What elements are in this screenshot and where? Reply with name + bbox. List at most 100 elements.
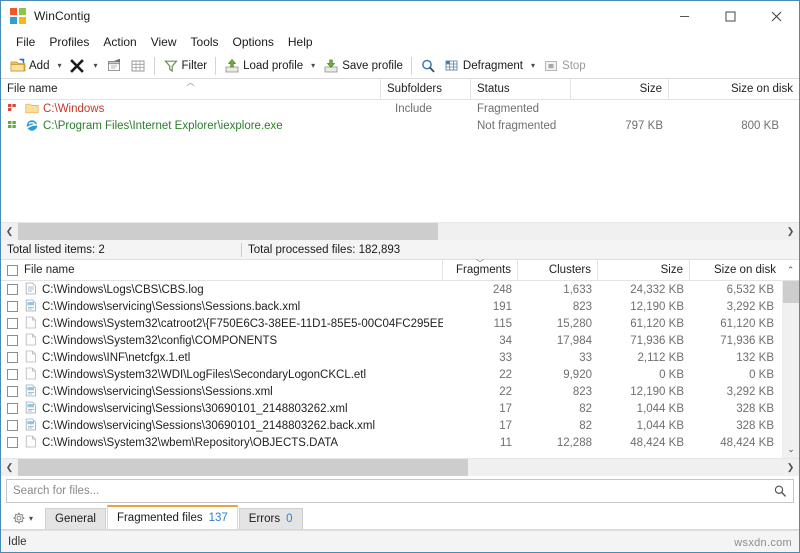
row-checkbox[interactable] <box>7 369 18 380</box>
tab-general[interactable]: General <box>45 508 106 529</box>
lower-vscroll-track[interactable] <box>783 281 799 441</box>
table-row[interactable]: C:\Windows\System32\catroot2\{F750E6C3-3… <box>1 315 782 332</box>
add-button[interactable]: Add <box>6 55 53 77</box>
scroll-left-icon[interactable]: ❮ <box>1 222 18 240</box>
row-checkbox[interactable] <box>7 420 18 431</box>
table-row[interactable]: C:\Windows\System32\config\COMPONENTS 34 1… <box>1 332 782 349</box>
filter-button[interactable]: Filter <box>159 55 212 77</box>
table-row[interactable]: C:\Windows\servicing\Sessions\30690101_2… <box>1 400 782 417</box>
lower-col-clusters[interactable]: Clusters <box>518 260 598 280</box>
add-dropdown-arrow[interactable]: ▾ <box>53 55 65 77</box>
generic-file-icon <box>24 367 38 383</box>
lower-col-filename-label: File name <box>24 264 75 276</box>
search-bar[interactable] <box>6 479 794 503</box>
analyze-button[interactable] <box>416 55 440 77</box>
load-profile-dropdown-arrow[interactable]: ▾ <box>307 55 319 77</box>
row-checkbox[interactable] <box>7 386 18 397</box>
tab-fragmented-files-label: Fragmented files <box>116 512 203 524</box>
upper-hscroll-track[interactable] <box>18 222 782 240</box>
defragment-button[interactable]: Defragment <box>440 55 527 77</box>
search-icon[interactable] <box>773 484 787 498</box>
total-processed-files: Total processed files: 182,893 <box>248 243 401 256</box>
table-row[interactable]: C:\Windows Include Fragmented <box>1 100 799 117</box>
properties-button[interactable] <box>102 55 126 77</box>
size-value: 797 KB <box>625 119 663 132</box>
gear-dropdown-arrow[interactable]: ▾ <box>29 514 33 523</box>
scroll-left-icon[interactable]: ❮ <box>1 458 18 476</box>
row-checkbox[interactable] <box>7 318 18 329</box>
table-row[interactable]: C:\Windows\INF\netcfgx.1.etl 33 33 2,112 KB… <box>1 349 782 366</box>
grid-table-icon <box>131 60 144 71</box>
lower-hscroll-thumb[interactable] <box>18 458 468 476</box>
lower-col-size-on-disk[interactable]: Size on disk <box>690 260 782 280</box>
load-profile-button[interactable]: Load profile <box>220 55 307 77</box>
upper-col-size[interactable]: Size <box>571 79 669 99</box>
tab-errors[interactable]: Errors 0 <box>238 508 303 529</box>
sort-descending-icon: ﹀ <box>476 259 484 268</box>
menu-item-tools[interactable]: Tools <box>184 33 226 51</box>
select-all-checkbox[interactable] <box>7 264 18 276</box>
lower-horizontal-scrollbar[interactable]: ❮ ❯ <box>1 458 799 476</box>
window-controls <box>661 1 799 31</box>
table-row[interactable]: C:\Windows\servicing\Sessions\Sessions.b… <box>1 298 782 315</box>
table-row[interactable]: C:\Windows\System32\wbem\Repository\OBJE… <box>1 434 782 451</box>
row-checkbox[interactable] <box>7 352 18 363</box>
row-checkbox[interactable] <box>7 301 18 312</box>
menu-item-view[interactable]: View <box>144 33 184 51</box>
sort-ascending-icon: ︿ <box>186 78 195 87</box>
menu-item-file[interactable]: File <box>9 33 42 51</box>
upper-col-filename[interactable]: ︿ File name <box>1 79 381 99</box>
upper-col-status-label: Status <box>477 83 510 95</box>
minimize-icon[interactable] <box>661 1 707 31</box>
upper-horizontal-scrollbar[interactable]: ❮ ❯ <box>1 222 799 240</box>
scroll-down-icon[interactable]: ⌄ <box>783 441 799 458</box>
row-checkbox[interactable] <box>7 437 18 448</box>
size-on-disk-value: 800 KB <box>741 119 779 132</box>
row-checkbox[interactable] <box>7 335 18 346</box>
menu-item-profiles[interactable]: Profiles <box>42 33 96 51</box>
table-row[interactable]: C:\Program Files\Internet Explorer\iexpl… <box>1 117 799 134</box>
scroll-right-icon[interactable]: ❯ <box>782 222 799 240</box>
lower-vscroll-thumb[interactable] <box>783 281 799 303</box>
row-checkbox[interactable] <box>7 284 18 295</box>
total-listed-items: Total listed items: 2 <box>7 243 105 256</box>
search-input[interactable] <box>13 485 773 497</box>
lower-hscroll-track[interactable] <box>18 458 782 476</box>
save-profile-button[interactable]: Save profile <box>319 55 407 77</box>
summary-strip: Total listed items: 2 Total processed fi… <box>1 239 799 260</box>
add-button-label: Add <box>29 59 50 72</box>
table-row[interactable]: C:\Windows\Logs\CBS\CBS.log 248 1,633 24,33… <box>1 281 782 298</box>
close-icon[interactable] <box>753 1 799 31</box>
defragment-dropdown-arrow[interactable]: ▾ <box>527 55 539 77</box>
upper-hscroll-thumb[interactable] <box>18 222 438 240</box>
settings-gear-button[interactable]: ▾ <box>7 508 37 529</box>
log-file-icon <box>24 282 38 298</box>
table-row[interactable]: C:\Windows\System32\WDI\LogFiles\Seconda… <box>1 366 782 383</box>
upper-col-subfolders[interactable]: Subfolders <box>381 79 471 99</box>
status-value: Fragmented <box>477 102 540 115</box>
upper-col-status[interactable]: Status <box>471 79 571 99</box>
table-row[interactable]: C:\Windows\servicing\Sessions\30690101_2… <box>1 417 782 434</box>
watermark: wsxdn.com <box>734 537 792 549</box>
size-value: 71,936 KB <box>630 334 684 347</box>
table-row[interactable]: C:\Windows\servicing\Sessions\Sessions.x… <box>1 383 782 400</box>
tab-fragmented-files[interactable]: Fragmented files 137 <box>106 505 238 529</box>
lower-col-filename[interactable]: File name <box>1 260 443 280</box>
file-name-cell: C:\Windows\servicing\Sessions\30690101_2… <box>1 418 443 434</box>
row-checkbox[interactable] <box>7 403 18 414</box>
remove-button[interactable] <box>65 55 89 77</box>
menu-item-action[interactable]: Action <box>96 33 143 51</box>
upper-col-size-on-disk[interactable]: Size on disk <box>669 79 799 99</box>
lower-col-fragments[interactable]: ﹀ Fragments <box>443 260 518 280</box>
lower-vertical-scrollbar[interactable]: ⌄ <box>782 281 799 458</box>
maximize-icon[interactable] <box>707 1 753 31</box>
lower-col-size[interactable]: Size <box>598 260 690 280</box>
remove-dropdown-arrow[interactable]: ▾ <box>89 55 101 77</box>
stop-button[interactable]: Stop <box>539 55 590 77</box>
scroll-up-icon[interactable]: ⌃ <box>787 265 795 276</box>
scroll-right-icon[interactable]: ❯ <box>782 458 799 476</box>
toolbar-separator-1 <box>153 56 155 75</box>
menu-item-help[interactable]: Help <box>281 33 320 51</box>
grid-view-button[interactable] <box>126 55 150 77</box>
menu-item-options[interactable]: Options <box>226 33 281 51</box>
